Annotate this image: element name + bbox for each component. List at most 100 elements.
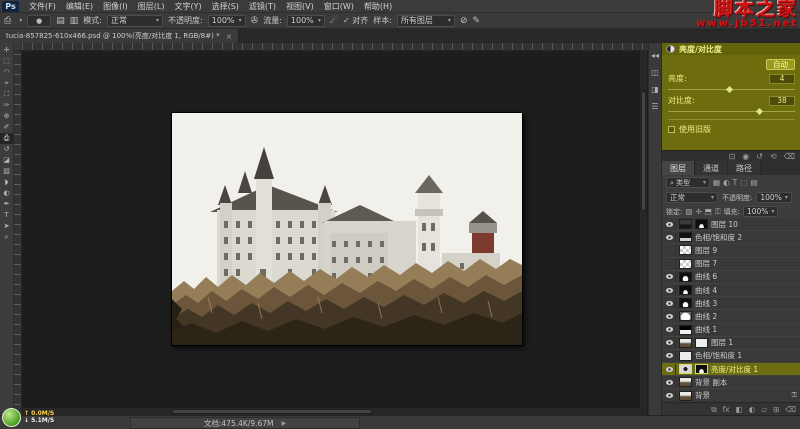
path-selection-tool[interactable]: ➤	[0, 221, 14, 232]
new-layer-icon[interactable]: ⊞	[773, 403, 779, 416]
menu-item[interactable]: 图层(L)	[133, 0, 170, 13]
layer-mask-thumbnail[interactable]	[695, 364, 708, 375]
clone-stamp-tool[interactable]: ⎙	[0, 133, 14, 144]
color-panel-icon[interactable]: ☰	[651, 102, 658, 111]
status-options-arrow-icon[interactable]: ▶	[282, 420, 287, 427]
document-tab[interactable]: tucia-857825-610x466.psd @ 100%(亮度/对比度 1…	[0, 29, 240, 43]
pen-tool[interactable]: ✒	[0, 199, 14, 210]
visibility-toggle[interactable]	[664, 231, 676, 243]
tool-preset-caret-icon[interactable]: ▾	[19, 17, 22, 24]
visibility-toggle[interactable]	[664, 390, 676, 402]
marquee-tool[interactable]: ⬚	[0, 56, 14, 67]
layer-thumbnail[interactable]	[679, 377, 692, 388]
menu-item[interactable]: 视图(V)	[281, 0, 319, 13]
layer-thumbnail[interactable]	[679, 298, 692, 309]
crop-tool[interactable]: ⛶	[0, 89, 14, 100]
visibility-toggle[interactable]	[664, 284, 676, 296]
eraser-tool[interactable]: ◪	[0, 155, 14, 166]
properties-panel-header[interactable]: 亮度/对比度	[662, 43, 800, 55]
airbrush-icon[interactable]: ☄	[330, 14, 338, 28]
new-adjustment-layer-icon[interactable]: ◐	[749, 403, 756, 416]
delete-layer-icon[interactable]: ⌫	[785, 403, 796, 416]
visibility-toggle[interactable]	[664, 218, 676, 230]
layer-thumbnail[interactable]	[679, 245, 692, 256]
flow-select[interactable]: 100% ▾	[286, 14, 325, 27]
collapse-dock-icon[interactable]: ◂◂	[651, 51, 659, 60]
canvas-vertical-scrollbar[interactable]	[640, 51, 647, 415]
lock-all-icon[interactable]: ⚿	[715, 207, 721, 217]
filter-adjustment-icon[interactable]: ◐	[723, 178, 730, 187]
lock-transparent-icon[interactable]: ▨	[685, 207, 692, 216]
filter-smart-object-icon[interactable]: ▤	[750, 178, 757, 187]
menu-item[interactable]: 文件(F)	[24, 0, 61, 13]
menu-item[interactable]: 选择(S)	[207, 0, 244, 13]
visibility-toggle[interactable]	[664, 271, 676, 283]
gradient-tool[interactable]: ▨	[0, 166, 14, 177]
blend-mode-select[interactable]: 正常 ▾	[106, 14, 163, 27]
canvas-horizontal-scrollbar[interactable]	[22, 408, 640, 415]
blur-tool[interactable]: ◗	[0, 177, 14, 188]
tab-close-icon[interactable]: ×	[226, 32, 233, 41]
healing-brush-tool[interactable]: ⊕	[0, 111, 14, 122]
canvas-area[interactable]	[22, 51, 648, 415]
layer-row[interactable]: 亮度/对比度 1	[662, 363, 800, 377]
clone-stamp-icon[interactable]: ⎙	[4, 14, 11, 28]
layer-row[interactable]: 背景 副本	[662, 376, 800, 390]
visibility-toggle[interactable]	[664, 310, 676, 322]
ignore-adjustment-layers-icon[interactable]: ⊘	[460, 14, 468, 28]
type-tool[interactable]: T	[0, 210, 14, 221]
layer-row[interactable]: 曲线 3	[662, 297, 800, 311]
layer-row[interactable]: 图层 9	[662, 244, 800, 258]
brush-tool[interactable]: ✐	[0, 122, 14, 133]
layer-mask-thumbnail[interactable]	[695, 219, 708, 230]
layer-thumbnail[interactable]	[679, 219, 692, 230]
layer-thumbnail[interactable]	[679, 232, 692, 243]
layer-thumbnail[interactable]	[679, 364, 692, 375]
tablet-opacity-icon[interactable]: ✇	[251, 14, 259, 28]
menu-item[interactable]: 帮助(H)	[359, 0, 397, 13]
visibility-toggle[interactable]	[664, 337, 676, 349]
contrast-slider[interactable]	[668, 107, 795, 116]
filter-type-select[interactable]: ⌕ 类型 ▾	[666, 177, 710, 188]
layer-row[interactable]: 图层 7	[662, 257, 800, 271]
menu-item[interactable]: 文字(Y)	[169, 0, 206, 13]
visibility-toggle[interactable]	[664, 324, 676, 336]
brush-preset-picker[interactable]: ●	[27, 14, 52, 27]
filter-pixel-icon[interactable]: ▦	[713, 178, 720, 187]
contrast-value[interactable]: 38	[769, 95, 795, 106]
move-tool[interactable]: ✛	[0, 45, 14, 56]
dodge-tool[interactable]: ◐	[0, 188, 14, 199]
lasso-tool[interactable]: ◠	[0, 67, 14, 78]
layer-thumbnail[interactable]	[679, 390, 692, 401]
panel-tab[interactable]: 图层	[662, 161, 695, 175]
layer-row[interactable]: 色相/饱和度 2	[662, 231, 800, 245]
layer-thumbnail[interactable]	[679, 337, 692, 348]
visibility-toggle[interactable]	[664, 244, 676, 256]
align-checkbox[interactable]: ✓ 对齐	[343, 15, 368, 26]
zoom-tool[interactable]: ⌕	[0, 232, 14, 243]
visibility-toggle[interactable]	[664, 350, 676, 362]
panel-tab[interactable]: 通道	[695, 161, 728, 175]
opacity-select[interactable]: 100% ▾	[207, 14, 246, 27]
document-info[interactable]: 文档:475.4K/9.67M ▶	[130, 417, 360, 429]
layer-row[interactable]: 图层 10	[662, 218, 800, 232]
menu-item[interactable]: 图像(I)	[98, 0, 133, 13]
layer-opacity-select[interactable]: 100% ▾	[756, 192, 792, 203]
lock-image-icon[interactable]: ⬒	[705, 207, 712, 216]
layer-mask-thumbnail[interactable]	[695, 337, 708, 348]
layer-thumbnail[interactable]	[679, 324, 692, 335]
layer-row[interactable]: 曲线 1	[662, 323, 800, 337]
brush-panel-toggle-icon[interactable]: ▤	[56, 14, 65, 28]
visibility-toggle[interactable]	[664, 363, 676, 375]
lock-position-icon[interactable]: ✛	[695, 207, 701, 216]
fill-select[interactable]: 100% ▾	[742, 206, 779, 217]
layer-thumbnail[interactable]	[679, 271, 692, 282]
quick-selection-tool[interactable]: ⌖	[0, 78, 14, 89]
layer-row[interactable]: 图层 1	[662, 336, 800, 350]
layer-thumbnail[interactable]	[679, 350, 692, 361]
visibility-toggle[interactable]	[664, 376, 676, 388]
layer-thumbnail[interactable]	[679, 258, 692, 269]
auto-button[interactable]: 自动	[766, 59, 795, 70]
layer-row[interactable]: 曲线 2	[662, 310, 800, 324]
visibility-toggle[interactable]	[664, 297, 676, 309]
